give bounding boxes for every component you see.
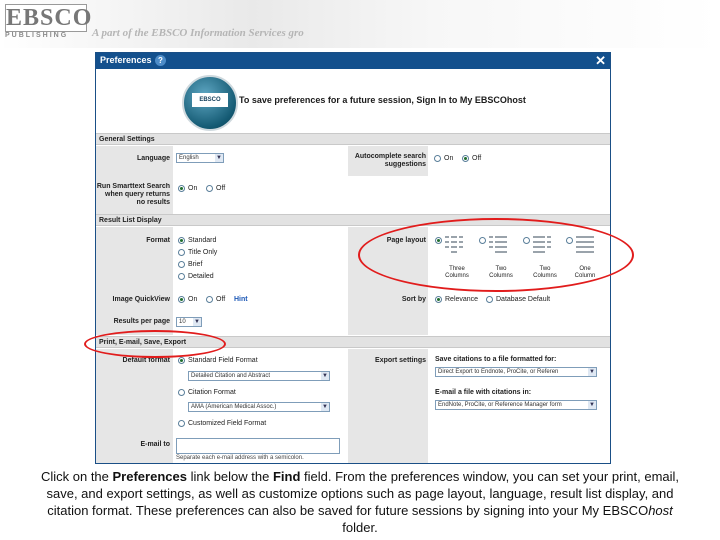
- format-label: Format: [146, 237, 170, 244]
- tagline: A part of the EBSCO Information Services…: [92, 27, 304, 39]
- export-settings-label: Export settings: [375, 357, 426, 364]
- quickview-on-radio[interactable]: [178, 296, 185, 303]
- chevron-down-icon: ▼: [588, 368, 596, 376]
- caption-part-4: folder.: [342, 520, 378, 535]
- smarttext-off-label: Off: [216, 185, 226, 192]
- email-file-value: EndNote, ProCite, or Reference Manager f…: [438, 402, 562, 408]
- format-standard-radio[interactable]: [178, 237, 185, 244]
- language-select[interactable]: English ▼: [176, 153, 224, 163]
- format-detailed-label: Detailed: [188, 273, 214, 280]
- page-layout-highlight: [358, 218, 634, 292]
- customized-field-format-label: Customized Field Format: [188, 420, 267, 427]
- chevron-down-icon: ▼: [215, 154, 223, 162]
- customized-field-format-radio[interactable]: [178, 420, 185, 427]
- seal-text: EBSCO: [192, 93, 228, 107]
- signin-link[interactable]: To save preferences for a future session…: [239, 95, 526, 105]
- autocomplete-off-radio[interactable]: [462, 155, 469, 162]
- chevron-down-icon: ▼: [321, 403, 329, 411]
- citation-format-radio[interactable]: [178, 389, 185, 396]
- language-value: English: [179, 155, 199, 161]
- results-per-page-value: 10: [179, 319, 186, 325]
- dialog-title: Preferences: [100, 55, 152, 65]
- detailed-citation-value: Detailed Citation and Abstract: [191, 373, 271, 379]
- sort-database-default-radio[interactable]: [486, 296, 493, 303]
- citation-format-select[interactable]: AMA (American Medical Assoc.) ▼: [188, 402, 330, 412]
- results-per-page-select[interactable]: 10 ▼: [176, 317, 202, 327]
- format-title-only-radio[interactable]: [178, 249, 185, 256]
- save-citations-value: Direct Export to Endnote, ProCite, or Re…: [438, 369, 559, 375]
- ebscohost-seal-icon: EBSCO: [182, 75, 238, 131]
- format-title-only-label: Title Only: [188, 249, 218, 256]
- results-per-page-label: Results per page: [113, 318, 170, 325]
- chevron-down-icon: ▼: [588, 401, 596, 409]
- email-file-select[interactable]: EndNote, ProCite, or Reference Manager f…: [435, 400, 597, 410]
- smarttext-off-radio[interactable]: [206, 185, 213, 192]
- caption-text: Click on the Preferences link below the …: [40, 468, 680, 536]
- citation-format-label: Citation Format: [188, 389, 236, 396]
- email-to-label: E-mail to: [140, 441, 170, 448]
- quickview-hint-link[interactable]: Hint: [234, 296, 248, 304]
- email-file-label: E-mail a file with citations in:: [435, 389, 532, 396]
- logo-subtext: PUBLISHING: [5, 32, 69, 39]
- autocomplete-off-label: Off: [472, 155, 482, 162]
- autocomplete-label: Autocomplete search suggestions: [354, 153, 426, 168]
- export-header-highlight: [84, 330, 226, 358]
- quickview-on-label: On: [188, 296, 198, 303]
- caption-part-2: link below the: [186, 469, 273, 484]
- image-quickview-label: Image QuickView: [112, 296, 170, 303]
- top-banner: EBSCO PUBLISHING A part of the EBSCO Inf…: [0, 0, 720, 48]
- save-citations-select[interactable]: Direct Export to Endnote, ProCite, or Re…: [435, 367, 597, 377]
- format-brief-radio[interactable]: [178, 261, 185, 268]
- standard-field-format-radio[interactable]: [178, 357, 185, 364]
- sort-relevance-label: Relevance: [445, 296, 479, 303]
- detailed-citation-select[interactable]: Detailed Citation and Abstract ▼: [188, 371, 330, 381]
- quickview-off-radio[interactable]: [206, 296, 213, 303]
- caption-preferences: Preferences: [112, 469, 187, 484]
- export-mid-column: [348, 349, 428, 463]
- smarttext-label: Run Smarttext Search when query returns …: [96, 183, 170, 206]
- autocomplete-on-label: On: [444, 155, 454, 162]
- sort-by-label: Sort by: [401, 296, 426, 303]
- logo-text: EBSCO: [5, 4, 93, 32]
- language-label: Language: [136, 155, 170, 162]
- dialog-titlebar: Preferences ? ✕: [96, 53, 610, 69]
- autocomplete-on-radio[interactable]: [434, 155, 441, 162]
- caption-part-1: Click on the: [40, 469, 113, 484]
- chevron-down-icon: ▼: [193, 318, 201, 326]
- quickview-off-label: Off: [216, 296, 226, 303]
- smarttext-on-label: On: [188, 185, 198, 192]
- ebsco-logo: EBSCO PUBLISHING: [5, 4, 93, 42]
- close-icon[interactable]: ✕: [595, 53, 606, 69]
- smarttext-on-radio[interactable]: [178, 185, 185, 192]
- format-detailed-radio[interactable]: [178, 273, 185, 280]
- sort-database-default-label: Database Default: [496, 296, 551, 303]
- help-icon[interactable]: ?: [155, 55, 166, 66]
- signin-area: EBSCO To save preferences for a future s…: [96, 69, 610, 133]
- chevron-down-icon: ▼: [321, 372, 329, 380]
- email-to-input[interactable]: [176, 438, 340, 454]
- email-note: Separate each e-mail address with a semi…: [176, 455, 304, 461]
- standard-field-format-label: Standard Field Format: [188, 357, 258, 364]
- format-standard-label: Standard: [188, 237, 217, 244]
- sort-relevance-radio[interactable]: [435, 296, 442, 303]
- citation-format-value: AMA (American Medical Assoc.): [191, 404, 277, 410]
- default-format-label: Default format: [122, 357, 170, 364]
- caption-find: Find: [272, 469, 301, 484]
- general-settings-header: General Settings: [96, 133, 610, 145]
- caption-host: host: [648, 503, 673, 518]
- format-brief-label: Brief: [188, 261, 203, 268]
- save-citations-label: Save citations to a file formatted for:: [435, 356, 557, 363]
